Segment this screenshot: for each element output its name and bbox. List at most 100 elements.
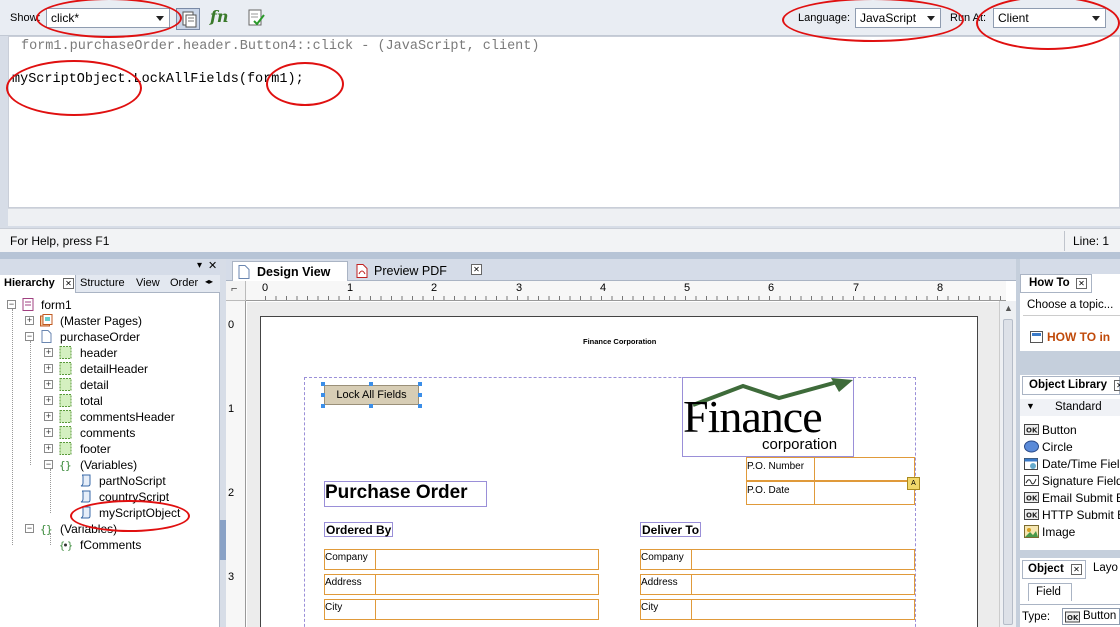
ruler-h-label: 4 (600, 282, 607, 294)
tab-structure[interactable]: Structure (77, 275, 133, 293)
expand-icon[interactable]: + (44, 348, 53, 357)
tab-object[interactable]: Object ✕ (1022, 560, 1086, 579)
library-group-standard[interactable]: ▼ Standard (1020, 399, 1120, 416)
design-canvas[interactable]: Finance Corporation Lock All Fields Fina… (247, 302, 999, 627)
tab-view[interactable]: View (133, 275, 167, 293)
collapse-icon[interactable]: − (25, 524, 34, 533)
close-icon[interactable]: ✕ (63, 278, 74, 289)
expand-icon[interactable]: + (44, 364, 53, 373)
library-item-label: Signature Field (1042, 474, 1120, 488)
expand-icon[interactable]: + (44, 412, 53, 421)
subform-icon (59, 362, 72, 375)
scroll-up-icon[interactable]: ▲ (1004, 303, 1013, 313)
functions-button[interactable]: fn (210, 7, 234, 29)
collapse-icon[interactable]: − (7, 300, 16, 309)
how-to-palette: How To ✕ Choose a topic... HOW TO in (1020, 259, 1120, 351)
language-label: Language: (798, 12, 850, 24)
deliver-company-field[interactable]: Company (640, 549, 915, 570)
svg-text:}: } (65, 459, 72, 471)
expand-icon[interactable]: + (44, 444, 53, 453)
ruler-v-label: 3 (228, 571, 235, 583)
tab-structure-label: Structure (80, 277, 125, 289)
close-icon[interactable]: ✕ (1071, 564, 1082, 575)
subform-icon (59, 426, 72, 439)
collapse-icon[interactable]: − (25, 332, 34, 341)
ruler-h-label: 7 (853, 282, 860, 294)
po-date-field[interactable]: P.O. Date (746, 481, 915, 505)
palette-splitter[interactable] (1020, 550, 1120, 558)
tab-order[interactable]: Order (167, 275, 205, 293)
tree-item-label: (Variables) (60, 522, 118, 536)
show-label: Show: (10, 12, 41, 24)
tab-layout-label: Layo (1093, 562, 1118, 574)
ruler-h-label: 5 (684, 282, 691, 294)
scroll-thumb[interactable] (1003, 319, 1013, 625)
expand-icon[interactable]: + (44, 396, 53, 405)
palette-splitter[interactable] (1020, 351, 1120, 375)
deliver-city-field[interactable]: City (640, 599, 915, 620)
tree-item-label: header (80, 346, 118, 360)
script-editor[interactable]: form1.purchaseOrder.header.Button4::clic… (8, 36, 1120, 208)
type-select[interactable]: OK Button (1062, 608, 1120, 625)
close-icon[interactable]: ✕ (208, 259, 217, 272)
expand-icon[interactable]: + (44, 428, 53, 437)
tree-guide-line (30, 341, 31, 465)
finance-logo[interactable]: Finance corporation (682, 377, 854, 457)
library-item-label: Circle (1042, 440, 1073, 454)
editor-hscroll[interactable] (8, 208, 1120, 226)
how-to-topic-placeholder: Choose a topic... (1027, 299, 1114, 311)
run-at-dropdown[interactable]: Client (993, 8, 1106, 28)
show-event-dropdown[interactable]: click* (46, 8, 170, 28)
variable-icon: {} (59, 541, 72, 551)
design-tabs-bar: Design View Preview PDF ✕ (226, 259, 1016, 281)
po-number-field[interactable]: P.O. Number (746, 457, 915, 481)
tab-layout[interactable]: Layo (1088, 560, 1120, 579)
panel-menu-icon[interactable]: ▾ (197, 260, 202, 271)
chevron-down-icon (156, 16, 164, 21)
chevron-down-icon: ▼ (1026, 401, 1035, 411)
close-icon[interactable]: ✕ (1076, 278, 1087, 289)
library-item-label: Email Submit Bu (1042, 491, 1120, 505)
form-page[interactable]: Finance Corporation Lock All Fields Fina… (260, 316, 978, 627)
image-icon (1024, 525, 1039, 538)
run-at-label: Run At: (950, 12, 987, 24)
hierarchy-tree: − form1 + (Master Pages) − purchaseOrder… (0, 297, 218, 597)
expand-icon[interactable]: + (44, 380, 53, 389)
svg-text:OK: OK (1026, 427, 1038, 435)
deliver-address-field[interactable]: Address (640, 574, 915, 595)
how-to-topic-select[interactable]: Choose a topic... (1023, 296, 1120, 316)
close-icon[interactable]: ✕ (1114, 380, 1120, 391)
expand-icon[interactable]: + (25, 316, 34, 325)
design-vscroll[interactable]: ▲ (999, 301, 1016, 627)
ordered-address-field[interactable]: Address (324, 574, 599, 595)
close-icon[interactable]: ✕ (471, 264, 482, 275)
tab-hierarchy-label: Hierarchy (4, 277, 55, 289)
tab-field[interactable]: Field (1028, 583, 1072, 601)
left-collapse-grip[interactable] (220, 520, 226, 560)
svg-text:{: { (59, 541, 65, 551)
code-end: ); (287, 72, 304, 87)
collapse-icon[interactable]: − (44, 460, 53, 469)
language-value: JavaScript (860, 11, 917, 25)
tree-item-label: fComments (80, 538, 142, 552)
ordered-city-field[interactable]: City (324, 599, 599, 620)
how-to-link-row[interactable]: HOW TO in (1030, 329, 1120, 345)
tab-design-view[interactable]: Design View (232, 261, 348, 281)
tab-how-to[interactable]: How To ✕ (1020, 274, 1092, 293)
script-object-icon (80, 474, 91, 487)
tab-object-library[interactable]: Object Library ✕ (1022, 376, 1120, 395)
company-header: Finance Corporation (583, 337, 657, 346)
svg-text:}: } (67, 541, 72, 551)
splitter-bar[interactable] (0, 252, 1120, 259)
po-number-label: P.O. Number (747, 461, 805, 472)
ordered-company-field[interactable]: Company (324, 549, 599, 570)
library-item-label: Image (1042, 525, 1076, 539)
tree-item-label: form1 (41, 298, 72, 312)
check-syntax-icon (248, 9, 265, 26)
tabs-scroll-buttons[interactable]: ◂▸ (205, 277, 219, 291)
tab-hierarchy[interactable]: Hierarchy ✕ (0, 275, 76, 293)
check-script-syntax-button[interactable] (246, 8, 268, 30)
language-dropdown[interactable]: JavaScript (855, 8, 941, 28)
tab-preview-pdf[interactable]: Preview PDF ✕ (350, 261, 486, 281)
events-with-script-button[interactable] (176, 8, 200, 30)
